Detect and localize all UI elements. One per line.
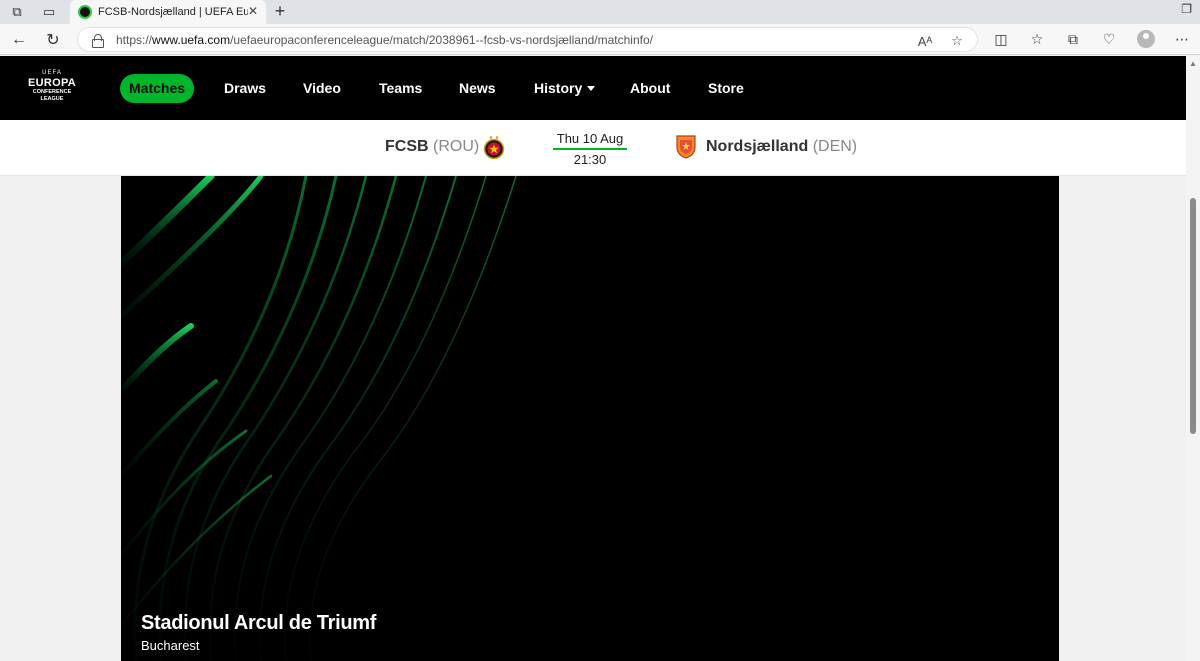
split-screen-icon[interactable]: ◫ bbox=[991, 29, 1011, 49]
read-aloud-icon[interactable]: Aᴬ bbox=[916, 32, 934, 50]
nav-store[interactable]: Store bbox=[699, 74, 753, 103]
restore-window-icon[interactable]: ❐ bbox=[1181, 2, 1192, 16]
nav-matches[interactable]: Matches bbox=[120, 74, 195, 103]
match-date: Thu 10 Aug bbox=[553, 131, 627, 150]
away-team[interactable]: Nordsjælland (DEN) bbox=[706, 138, 857, 156]
browser-toolbar: ← ↻ https://www.uefa.com/uefaeuropaconfe… bbox=[0, 24, 1200, 55]
nav-video[interactable]: Video bbox=[294, 74, 350, 103]
lock-icon[interactable] bbox=[92, 33, 104, 48]
match-time: 21:30 bbox=[573, 152, 607, 167]
workspaces-icon[interactable]: ⧉ bbox=[6, 3, 28, 21]
address-bar[interactable]: https://www.uefa.com/uefaeuropaconferenc… bbox=[77, 27, 978, 52]
fcsb-crest-icon bbox=[483, 136, 505, 159]
site-navigation: UEFA EUROPA CONFERENCE LEAGUE Matches Dr… bbox=[0, 56, 1186, 120]
favorite-star-icon[interactable]: ☆ bbox=[948, 32, 966, 50]
tab-strip: ⧉ ▭ FCSB-Nordsjælland | UEFA Europa Conf… bbox=[0, 0, 1200, 24]
nav-draws[interactable]: Draws bbox=[215, 74, 275, 103]
stadium-hero-image: Stadionul Arcul de Triumf Bucharest bbox=[121, 176, 1059, 661]
uefa-favicon-icon bbox=[78, 5, 92, 19]
nav-teams[interactable]: Teams bbox=[370, 74, 431, 103]
new-tab-icon[interactable]: + bbox=[270, 1, 290, 21]
dropdown-caret-icon bbox=[587, 86, 596, 91]
stadium-city: Bucharest bbox=[141, 638, 200, 653]
kickoff-info: Thu 10 Aug 21:30 bbox=[553, 131, 627, 167]
nav-history[interactable]: History bbox=[525, 74, 604, 103]
uecl-logo[interactable]: UEFA EUROPA CONFERENCE LEAGUE bbox=[28, 70, 76, 106]
home-team[interactable]: FCSB (ROU) bbox=[385, 138, 479, 156]
green-swoosh-graphic bbox=[121, 176, 517, 661]
match-header: FCSB (ROU) Thu 10 Aug 21:30 Nordsjælland… bbox=[0, 120, 1186, 176]
profile-avatar[interactable] bbox=[1137, 30, 1155, 48]
collections-icon[interactable]: ⧉ bbox=[1063, 29, 1083, 49]
stadium-name: Stadionul Arcul de Triumf bbox=[141, 612, 377, 634]
close-tab-icon[interactable]: ✕ bbox=[248, 4, 258, 18]
back-arrow-icon[interactable]: ← bbox=[8, 29, 30, 51]
tab-actions-icon[interactable]: ▭ bbox=[38, 3, 60, 21]
scroll-up-arrow-icon[interactable]: ▲ bbox=[1189, 59, 1197, 68]
nav-news[interactable]: News bbox=[450, 74, 505, 103]
more-options-icon[interactable]: ⋯ bbox=[1172, 29, 1192, 49]
nordsjaelland-crest-icon bbox=[676, 135, 696, 159]
favorites-icon[interactable]: ☆ bbox=[1027, 29, 1047, 49]
page-viewport: UEFA EUROPA CONFERENCE LEAGUE Matches Dr… bbox=[0, 56, 1186, 661]
tab-title: FCSB-Nordsjælland | UEFA Europa Conferen… bbox=[98, 6, 248, 18]
browser-essentials-icon[interactable]: ♡ bbox=[1099, 29, 1119, 49]
refresh-icon[interactable]: ↻ bbox=[42, 29, 64, 51]
url-text[interactable]: https://www.uefa.com/uefaeuropaconferenc… bbox=[116, 33, 916, 47]
browser-tab[interactable]: FCSB-Nordsjælland | UEFA Europa Conferen… bbox=[70, 0, 266, 24]
scrollbar-thumb[interactable] bbox=[1190, 198, 1196, 434]
page-scrollbar[interactable]: ▲ bbox=[1186, 56, 1200, 661]
nav-about[interactable]: About bbox=[621, 74, 679, 103]
